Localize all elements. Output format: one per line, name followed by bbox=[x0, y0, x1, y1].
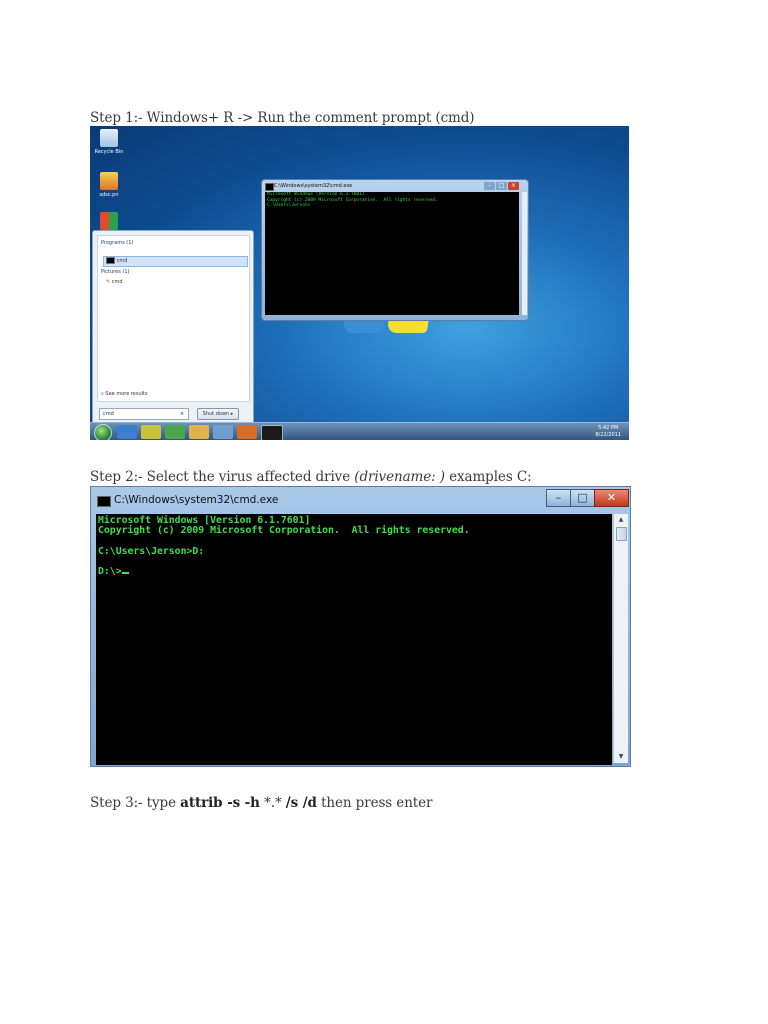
minimize-button[interactable]: – bbox=[484, 182, 495, 190]
screenshot-cmd-window: C:\Windows\system32\cmd.exe – □ ✕ Micros… bbox=[90, 486, 631, 767]
media-taskbar-icon[interactable] bbox=[213, 425, 233, 439]
ie-taskbar-icon[interactable] bbox=[117, 425, 137, 439]
start-menu-item-picture[interactable]: ✎ cmd bbox=[106, 279, 123, 285]
shutdown-label: Shut down bbox=[202, 411, 230, 417]
close-button[interactable]: × bbox=[508, 182, 519, 190]
clock-date: 8/22/2011 bbox=[595, 432, 621, 438]
screenshot-desktop: Recycle Bin sdsc.pn Programs (1) cmd Pic… bbox=[90, 126, 629, 440]
see-more-text: See more results bbox=[105, 391, 148, 397]
step-2-prefix: Step 2:- Select the virus affected drive bbox=[90, 469, 355, 485]
step-3-text: Step 3:- type attrib -s -h *.* /s /d the… bbox=[90, 795, 432, 811]
clear-search-icon[interactable]: × bbox=[180, 411, 184, 417]
taskbar-clock[interactable]: 5:42 PM 8/22/2011 bbox=[595, 425, 621, 439]
console-line: C:\Users\Jerson> bbox=[267, 203, 311, 208]
start-button[interactable] bbox=[94, 424, 112, 440]
chrome-taskbar-icon[interactable] bbox=[141, 425, 161, 439]
desktop-icon-label: sdsc.pn bbox=[99, 192, 119, 198]
explorer-taskbar-icon[interactable] bbox=[189, 425, 209, 439]
step-2-drivename: (drivename: ) bbox=[354, 469, 445, 485]
start-menu-results: Programs (1) cmd Pictures (1) ✎ cmd ⌕ Se… bbox=[97, 235, 250, 402]
maximize-button[interactable]: □ bbox=[496, 182, 507, 190]
picture-item-text: cmd bbox=[111, 279, 123, 285]
maximize-button[interactable]: □ bbox=[570, 489, 595, 507]
taskbar: 5:42 PM 8/22/2011 bbox=[90, 422, 629, 440]
cmd-icon bbox=[265, 183, 274, 191]
scrollbar[interactable] bbox=[522, 192, 527, 315]
scroll-down-icon[interactable]: ▼ bbox=[614, 751, 628, 763]
search-icon: ⌕ bbox=[101, 391, 104, 397]
console-line: C:\Users\Jerson>D: bbox=[98, 545, 205, 557]
console-prompt-line: D:\> bbox=[96, 565, 612, 577]
shutdown-button[interactable]: Shut down ▸ bbox=[197, 408, 239, 420]
program-item-text: cmd bbox=[116, 258, 128, 264]
console-prompt: D:\> bbox=[98, 565, 122, 577]
step-3-suffix: then press enter bbox=[316, 795, 433, 811]
programs-header: Programs (1) bbox=[101, 240, 134, 246]
app-icon bbox=[100, 212, 118, 230]
window-title: C:\Windows\system32\cmd.exe bbox=[274, 183, 353, 189]
window-title: C:\Windows\system32\cmd.exe bbox=[114, 494, 279, 506]
desktop-icon-label: Recycle Bin bbox=[94, 149, 124, 155]
console-output[interactable]: Microsoft Windows [Version 6.1.7601] Cop… bbox=[96, 514, 612, 765]
see-more-results-link[interactable]: ⌕ See more results bbox=[101, 391, 148, 397]
step-3-wildcard: *.* bbox=[259, 795, 286, 811]
console-output[interactable]: Microsoft Windows [Version 6.1.7601] Cop… bbox=[265, 192, 519, 315]
cmd-taskbar-icon[interactable] bbox=[261, 425, 283, 440]
scroll-up-icon[interactable]: ▲ bbox=[614, 514, 628, 526]
close-button[interactable]: ✕ bbox=[594, 489, 629, 507]
app-desktop-icon[interactable] bbox=[92, 212, 126, 232]
step-2-suffix: examples C: bbox=[444, 469, 532, 485]
step-3-prefix: Step 3:- type bbox=[90, 795, 181, 811]
console-line: Copyright (c) 2009 Microsoft Corporation… bbox=[98, 525, 470, 537]
start-menu-item-cmd-label: cmd bbox=[106, 257, 127, 264]
clock-time: 5:42 PM bbox=[598, 425, 619, 431]
cmd-icon bbox=[97, 496, 111, 507]
step-3-command-flags: attrib -s -h bbox=[180, 795, 260, 811]
text-cursor bbox=[121, 571, 129, 574]
app-taskbar-icon[interactable] bbox=[165, 425, 185, 439]
step-1-text: Step 1:- Windows+ R -> Run the comment p… bbox=[90, 110, 475, 126]
pictures-header: Pictures (1) bbox=[101, 269, 130, 275]
recycle-bin-icon bbox=[100, 129, 118, 147]
start-search-input[interactable]: cmd × bbox=[99, 408, 189, 420]
scroll-thumb[interactable] bbox=[616, 527, 627, 541]
vertical-scrollbar[interactable]: ▲ ▼ bbox=[613, 514, 628, 763]
picture-icon: ✎ bbox=[106, 279, 111, 285]
step-2-text: Step 2:- Select the virus affected drive… bbox=[90, 469, 532, 485]
cmd-window-small: C:\Windows\system32\cmd.exe – □ × Micros… bbox=[261, 179, 529, 321]
avast-icon bbox=[100, 172, 118, 190]
search-value: cmd bbox=[103, 411, 114, 417]
cmd-icon bbox=[106, 257, 115, 264]
step-3-command-switches: /s /d bbox=[285, 795, 317, 811]
start-menu: Programs (1) cmd Pictures (1) ✎ cmd ⌕ Se… bbox=[92, 230, 254, 424]
recycle-bin-desktop-icon[interactable]: Recycle Bin bbox=[92, 129, 126, 155]
player-taskbar-icon[interactable] bbox=[237, 425, 257, 439]
minimize-button[interactable]: – bbox=[546, 489, 571, 507]
avast-desktop-icon[interactable]: sdsc.pn bbox=[92, 172, 126, 198]
